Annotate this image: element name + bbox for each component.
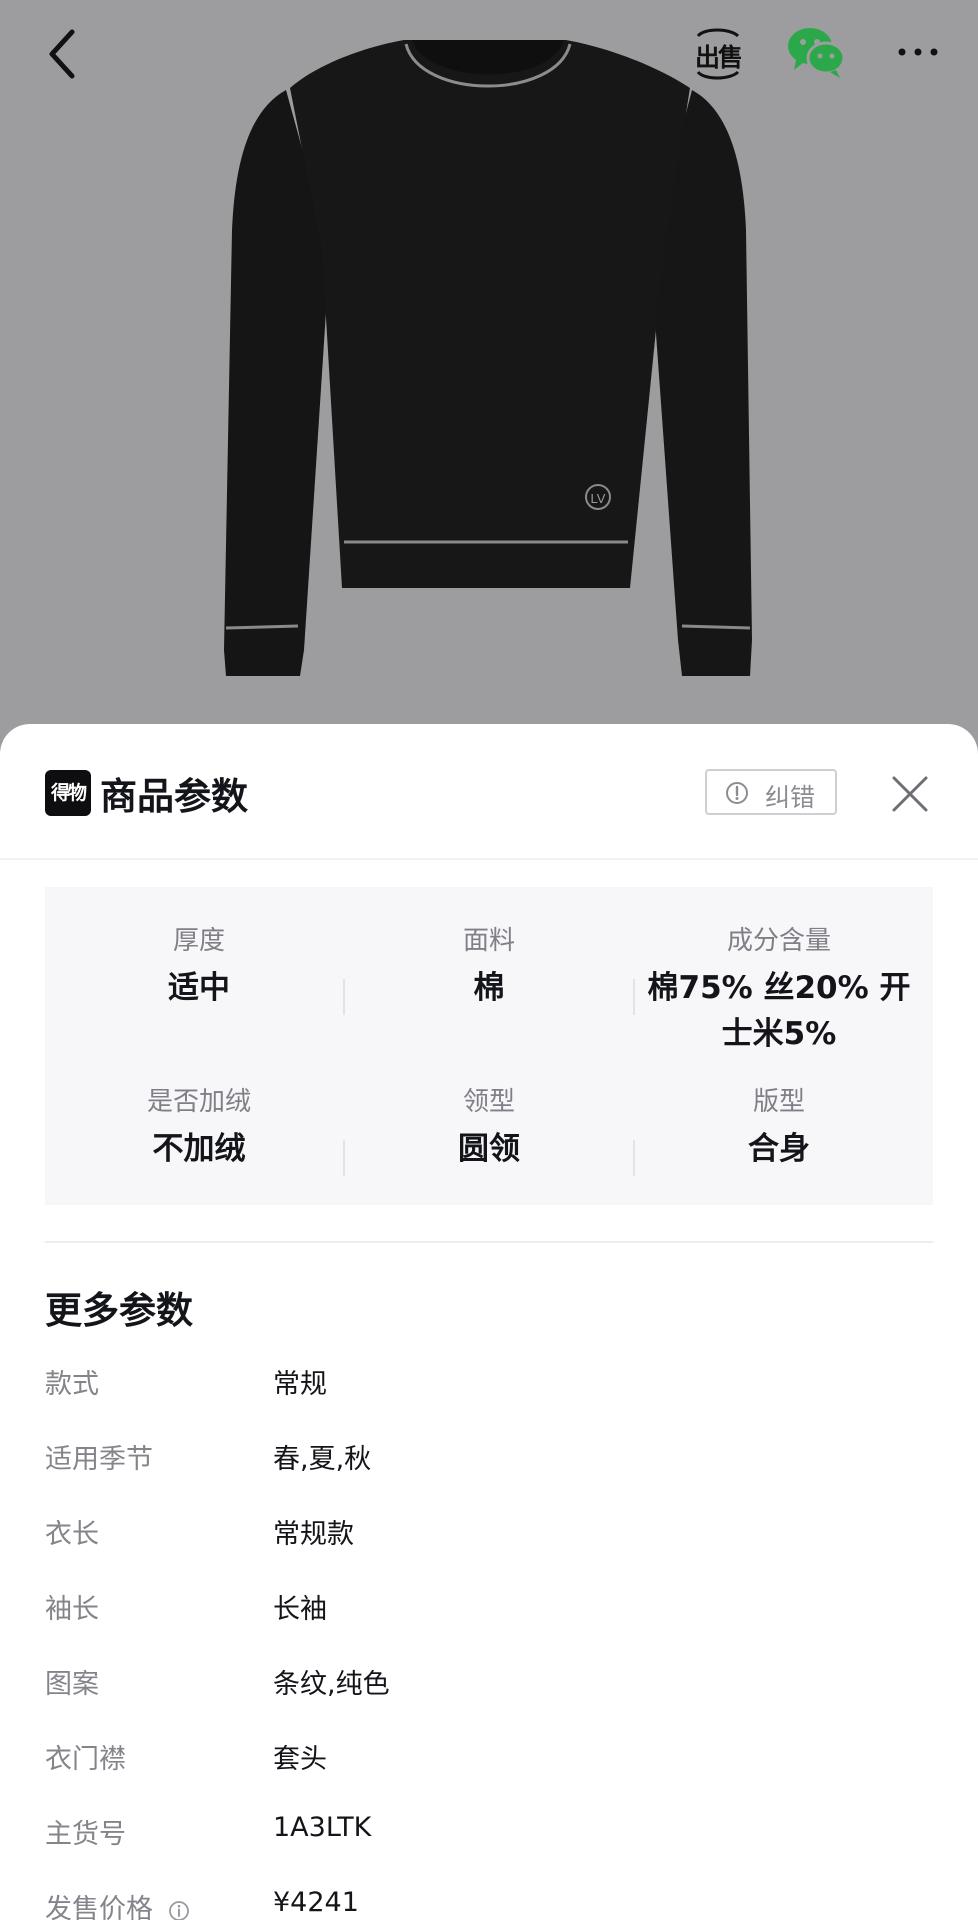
param-row: 主货号 1A3LTK <box>45 1812 945 1856</box>
row-label: 衣门襟 <box>45 1744 126 1775</box>
param-composition: 成分含量 棉75% 丝20% 开 士米5% <box>635 923 923 1057</box>
close-icon[interactable] <box>888 772 932 816</box>
report-error-label: 纠错 <box>765 783 816 812</box>
param-label: 厚度 <box>172 926 225 956</box>
top-bar: 出售 <box>0 0 978 110</box>
param-label: 成分含量 <box>726 926 831 956</box>
more-options-icon[interactable] <box>896 44 940 60</box>
param-fit: 版型 合身 <box>635 1084 923 1172</box>
param-fleece: 是否加绒 不加绒 <box>55 1084 343 1172</box>
row-value: 常规 <box>273 1369 327 1400</box>
row-value: 条纹,纯色 <box>273 1669 390 1700</box>
brand-logo: 得物 <box>45 770 91 816</box>
row-label-with-info: 发售价格 <box>45 1887 190 1920</box>
sheet-title: 商品参数 <box>100 775 248 818</box>
row-value: 套头 <box>273 1744 327 1775</box>
more-params-title: 更多参数 <box>45 1289 193 1332</box>
row-value: ¥4241 <box>273 1887 359 1918</box>
param-label: 是否加绒 <box>146 1087 251 1117</box>
param-label: 领型 <box>462 1087 515 1117</box>
back-arrow-icon[interactable] <box>40 24 88 84</box>
svg-text:LV: LV <box>591 491 606 506</box>
product-image[interactable]: LV 出售 <box>0 0 978 740</box>
param-row: 图案 条纹,纯色 <box>45 1662 945 1706</box>
param-row: 适用季节 春,夏,秋 <box>45 1437 945 1481</box>
sweater-image: LV <box>224 40 752 676</box>
row-label: 发售价格 <box>45 1894 153 1920</box>
key-params-grid: 厚度 适中 面料 棉 成分含量 棉75% 丝20% 开 士米5% 是否加绒 不加… <box>45 887 933 1205</box>
sell-button[interactable]: 出售 <box>690 26 746 82</box>
report-error-button[interactable]: 纠错 <box>705 769 837 815</box>
row-label: 袖长 <box>45 1594 99 1625</box>
param-row: 款式 常规 <box>45 1362 945 1406</box>
param-label: 面料 <box>462 926 515 956</box>
info-icon[interactable] <box>168 1900 190 1920</box>
param-value-line2: 士米5% <box>721 1016 837 1052</box>
row-value: 春,夏,秋 <box>273 1444 372 1475</box>
row-label: 主货号 <box>45 1819 126 1850</box>
wechat-share-icon[interactable] <box>786 26 846 80</box>
row-value: 常规款 <box>273 1519 354 1550</box>
param-row: 衣门襟 套头 <box>45 1737 945 1781</box>
section-divider <box>45 1241 933 1243</box>
sell-label: 出售 <box>694 43 743 72</box>
param-label: 版型 <box>752 1087 805 1117</box>
row-label: 适用季节 <box>45 1444 153 1475</box>
param-row: 发售价格 ¥4241 <box>45 1887 945 1920</box>
param-row: 衣长 常规款 <box>45 1512 945 1556</box>
param-collar: 领型 圆领 <box>345 1084 633 1172</box>
sheet-header: 得物 商品参数 纠错 <box>0 724 978 860</box>
param-value: 不加绒 <box>152 1131 246 1167</box>
row-label: 图案 <box>45 1669 99 1700</box>
row-value: 长袖 <box>273 1594 327 1625</box>
row-value: 1A3LTK <box>273 1812 372 1843</box>
param-value: 圆领 <box>458 1131 520 1167</box>
param-thickness: 厚度 适中 <box>55 923 343 1011</box>
param-row: 袖长 长袖 <box>45 1587 945 1631</box>
exclamation-circle-icon <box>726 782 748 804</box>
row-label: 衣长 <box>45 1519 99 1550</box>
param-value: 合身 <box>748 1131 810 1167</box>
param-value: 棉 <box>473 970 505 1006</box>
product-params-sheet: 得物 商品参数 纠错 厚度 适中 面料 棉 成分含量 棉75% 丝20% 开 士… <box>0 724 978 1920</box>
param-value: 棉75% 丝20% 开 <box>647 970 911 1006</box>
row-label: 款式 <box>45 1369 99 1400</box>
param-fabric: 面料 棉 <box>345 923 633 1011</box>
param-value: 适中 <box>168 970 230 1006</box>
